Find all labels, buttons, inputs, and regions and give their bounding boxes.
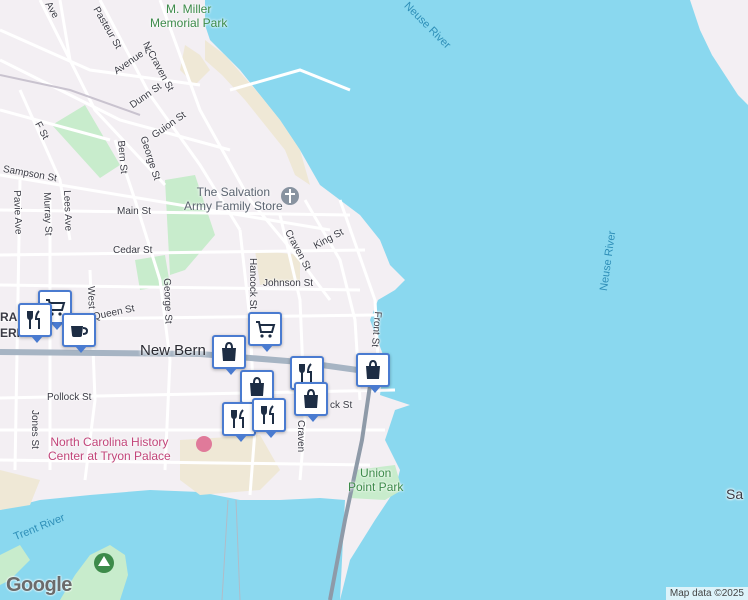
poi-miller-park[interactable]: M. Miller Memorial Park bbox=[150, 2, 227, 30]
street-label-west: West bbox=[85, 286, 97, 309]
street-label-lees: Lees Ave bbox=[61, 190, 74, 232]
street-label-main: Main St bbox=[117, 206, 151, 217]
marker-shopping-2[interactable] bbox=[294, 382, 328, 422]
marker-restaurant-1[interactable] bbox=[18, 303, 52, 343]
street-label-pavie: Pavie Ave bbox=[11, 190, 24, 235]
map-canvas[interactable] bbox=[0, 0, 748, 600]
map-attribution[interactable]: Map data ©2025 bbox=[665, 587, 748, 600]
street-label-george-lower: George St bbox=[161, 278, 174, 324]
poi-union-point-park[interactable]: Union Point Park bbox=[348, 466, 403, 494]
shopping-cart-icon bbox=[256, 321, 276, 338]
restaurant-icon bbox=[261, 405, 274, 424]
street-label-johnson: Johnson St bbox=[263, 278, 314, 289]
google-logo: Google bbox=[6, 574, 72, 596]
street-label-pollock-right: ck St bbox=[330, 400, 353, 411]
left-edge-label-2: RA bbox=[0, 310, 18, 324]
restaurant-icon bbox=[231, 409, 244, 428]
water-label-partial: Sa bbox=[726, 486, 744, 502]
street-label-pollock: Pollock St bbox=[47, 392, 92, 403]
poi-salvation-army[interactable]: The Salvation Army Family Store bbox=[184, 185, 283, 213]
street-label-murray: Murray St bbox=[41, 192, 54, 236]
marker-restaurant-4[interactable] bbox=[252, 398, 286, 438]
marker-coffee[interactable] bbox=[62, 313, 96, 353]
marker-shopping-1[interactable] bbox=[212, 335, 246, 375]
restaurant-icon bbox=[27, 310, 40, 329]
shopping-bag-icon bbox=[222, 341, 236, 361]
marker-restaurant-3[interactable] bbox=[222, 402, 256, 442]
coffee-icon bbox=[71, 326, 89, 337]
museum-marker-icon bbox=[196, 436, 212, 452]
shopping-bag-icon bbox=[304, 388, 318, 408]
marker-cluster-1[interactable] bbox=[248, 312, 282, 352]
street-label-jones: Jones St bbox=[29, 410, 40, 449]
poi-history-center[interactable]: North Carolina History Center at Tryon P… bbox=[48, 435, 171, 463]
shopping-bag-icon bbox=[366, 359, 380, 379]
shopping-bag-icon bbox=[250, 376, 264, 396]
street-label-craven-lower: Craven bbox=[295, 420, 306, 453]
street-label-cedar: Cedar St bbox=[113, 245, 153, 256]
road-label-new-bern: New Bern bbox=[140, 342, 206, 359]
street-label-hancock: Hancock St bbox=[247, 258, 258, 310]
marker-shopping-3[interactable] bbox=[356, 353, 390, 393]
